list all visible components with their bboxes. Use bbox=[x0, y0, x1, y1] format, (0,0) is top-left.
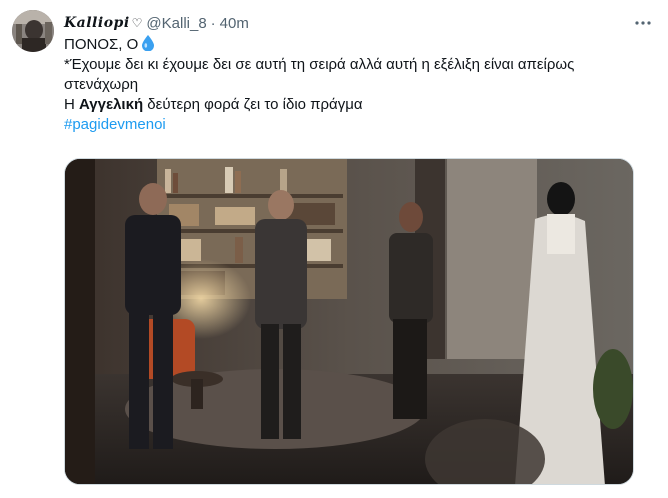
tweet-line-3-suffix: δεύτερη φορά ζει το ίδιο πράγμα bbox=[143, 96, 363, 113]
avatar[interactable] bbox=[12, 10, 54, 52]
tweet-line-3-bold: Αγγελική bbox=[79, 96, 144, 113]
droplet-icon bbox=[142, 35, 155, 51]
tweet-line-1-text: ΠΟΝΟΣ, Ο bbox=[64, 36, 139, 53]
more-options-button[interactable] bbox=[632, 12, 654, 34]
tweet-header: Kalliopi ♡ @Kalli_8 · 40m bbox=[64, 12, 634, 34]
tv-scene-image bbox=[65, 159, 633, 484]
tweet-card[interactable]: Kalliopi ♡ @Kalli_8 · 40m ΠΟΝΟΣ, Ο *Έχου… bbox=[0, 0, 668, 498]
hashtag-link[interactable]: #pagidevmenoi bbox=[64, 115, 634, 135]
display-name[interactable]: Kalliopi bbox=[64, 15, 130, 31]
tweet-text: ΠΟΝΟΣ, Ο *Έχουμε δει κι έχουμε δει σε αυ… bbox=[64, 35, 634, 135]
heart-outline-icon: ♡ bbox=[131, 16, 143, 30]
tweet-media-image[interactable] bbox=[64, 158, 634, 485]
more-horizontal-icon bbox=[635, 21, 651, 25]
tweet-line-3: Η Αγγελική δεύτερη φορά ζει το ίδιο πράγ… bbox=[64, 95, 634, 115]
user-handle[interactable]: @Kalli_8 bbox=[146, 15, 206, 32]
tweet-line-1: ΠΟΝΟΣ, Ο bbox=[64, 35, 634, 55]
tweet-line-3-prefix: Η bbox=[64, 96, 79, 113]
timestamp[interactable]: 40m bbox=[220, 15, 249, 32]
separator-dot: · bbox=[210, 14, 216, 32]
tweet-line-2: *Έχουμε δει κι έχουμε δει σε αυτή τη σει… bbox=[64, 56, 575, 93]
